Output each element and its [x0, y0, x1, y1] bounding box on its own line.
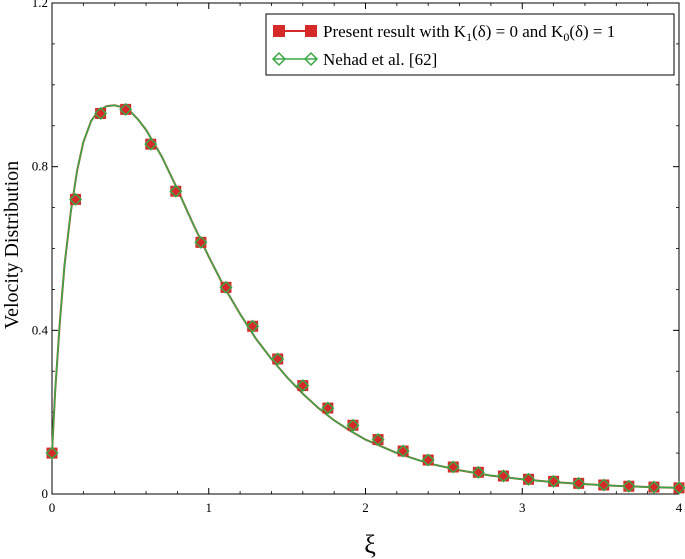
series-2-line — [51, 104, 680, 489]
series-1-point-15 — [422, 454, 434, 466]
legend-series-1-label-part: (δ) = 0 and K — [472, 22, 564, 41]
x-tick-label-4: 4 — [676, 500, 683, 515]
series-1-point-8 — [247, 320, 259, 332]
y-axis-title: Velocity Distribution — [1, 161, 23, 329]
chart: 0 1 2 3 4 0 0.4 0.8 1.2 Present result with K1(δ… — [1, 0, 685, 559]
series-1-point-18 — [497, 470, 509, 482]
series-1-point-5 — [170, 185, 182, 197]
legend-series-1-label-part: (δ) = 1 — [569, 22, 615, 41]
series-1-point-3 — [120, 103, 132, 115]
marker-layer — [45, 102, 685, 495]
y-tick-label-1: 0.4 — [32, 322, 49, 337]
y-tick-label-0: 0 — [42, 486, 49, 501]
series-1-point-4 — [145, 138, 157, 150]
series-1-point-13 — [372, 434, 384, 446]
series-1-point-6 — [195, 236, 207, 248]
series-1-point-1 — [70, 193, 82, 205]
series-1-point-19 — [523, 473, 535, 485]
legend: Present result with K1(δ) = 0 and K0(δ) … — [265, 13, 675, 76]
series-1-point-11 — [322, 402, 334, 414]
legend-series-2-label: Nehad et al. [62] — [323, 50, 437, 69]
curve-layer — [51, 104, 680, 489]
axes: 0 1 2 3 4 0 0.4 0.8 1.2 — [32, 0, 683, 515]
x-tick-label-0: 0 — [49, 500, 56, 515]
series-1-point-7 — [220, 281, 232, 293]
series-1-point-2 — [95, 107, 107, 119]
x-tick-label-1: 1 — [206, 500, 213, 515]
series-1-point-22 — [598, 479, 610, 491]
series-1-point-0 — [46, 447, 58, 459]
series-1-point-9 — [272, 353, 284, 365]
series-1-line — [51, 104, 680, 489]
series-1-point-14 — [397, 445, 409, 457]
series-1-point-17 — [472, 466, 484, 478]
series-1-point-24 — [648, 481, 660, 493]
series-1-point-16 — [447, 461, 459, 473]
series-1-point-21 — [573, 477, 585, 489]
x-tick-label-3: 3 — [519, 500, 526, 515]
y-tick-label-3: 1.2 — [32, 0, 48, 10]
series-1-point-10 — [297, 380, 309, 392]
series-1-point-25 — [673, 482, 685, 494]
legend-series-1-label-part: Present result with K — [323, 22, 467, 41]
legend-series-1-marker — [273, 25, 285, 37]
series-1-point-23 — [623, 480, 635, 492]
legend-series-1-marker-right — [305, 25, 317, 37]
x-tick-label-2: 2 — [362, 500, 369, 515]
y-tick-label-2: 0.8 — [32, 159, 48, 174]
series-1-point-12 — [347, 419, 359, 431]
plot-frame — [51, 2, 680, 495]
x-axis-title: ξ — [364, 530, 376, 559]
series-1-point-20 — [548, 475, 560, 487]
